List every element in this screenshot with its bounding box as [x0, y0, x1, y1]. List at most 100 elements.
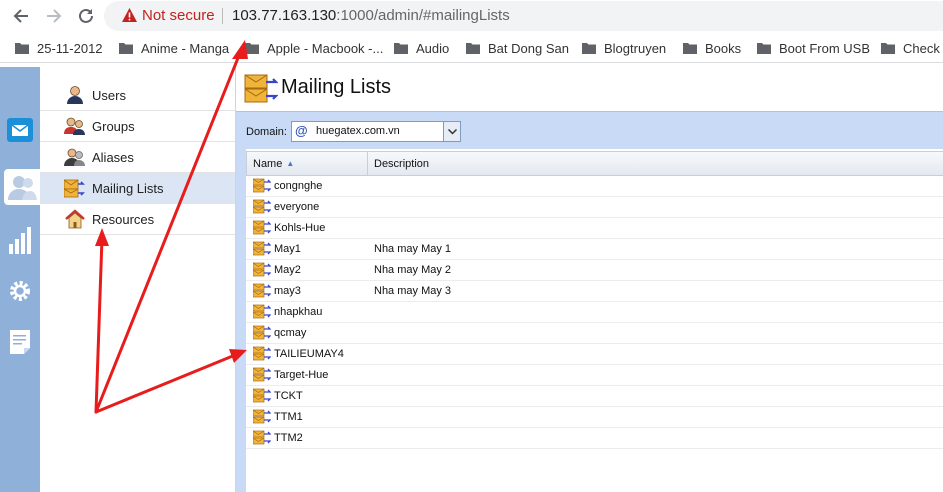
mailing-list-header-icon	[244, 74, 278, 103]
mailing-list-icon	[253, 220, 271, 235]
table-row[interactable]: congnghe	[246, 175, 943, 197]
reload-button[interactable]	[75, 5, 97, 27]
folder-icon	[881, 43, 895, 54]
cell-name: Kohls-Hue	[253, 217, 325, 238]
list-name: qcmay	[274, 326, 307, 339]
page-header: Mailing Lists	[236, 67, 943, 110]
cell-name: May2	[253, 259, 301, 280]
mailing-list-icon	[253, 388, 271, 403]
table-row[interactable]: May1 Nha may May 1	[246, 238, 943, 260]
subnav-label: Mailing Lists	[92, 180, 164, 196]
table-row[interactable]: nhapkhau	[246, 301, 943, 323]
bookmark-label: Apple - Macbook -...	[267, 40, 384, 56]
bookmark-folder[interactable]: Anime - Manga	[119, 39, 229, 57]
table-row[interactable]: Target-Hue	[246, 364, 943, 386]
rail-settings[interactable]	[0, 273, 40, 309]
subnav-item-mailing-lists[interactable]: Mailing Lists	[40, 173, 235, 204]
table-row[interactable]: May2 Nha may May 2	[246, 259, 943, 281]
bookmarks-bar: 25-11-2012 Anime - Manga Apple - Macbook…	[0, 32, 943, 63]
mailing-list-icon	[253, 346, 271, 361]
warning-icon[interactable]	[122, 8, 137, 22]
domain-select[interactable]: @ huegatex.com.vn	[291, 121, 461, 142]
folder-icon	[119, 43, 133, 54]
list-name: nhapkhau	[274, 305, 323, 318]
folder-icon	[245, 43, 259, 54]
table-row[interactable]: TTM1	[246, 406, 943, 428]
sort-ascending-icon: ▲	[286, 159, 295, 168]
mailing-list-table: Name ▲ Description congnghe everyone Kohls-…	[236, 149, 943, 492]
table-row[interactable]: everyone	[246, 196, 943, 218]
list-name: May2	[274, 263, 301, 276]
mailing-list-icon	[253, 409, 271, 424]
rail-stats[interactable]	[0, 222, 40, 258]
subnav-item-aliases[interactable]: Aliases	[40, 142, 235, 173]
list-name: TAILIEUMAY4	[274, 347, 344, 360]
mailing-list-icon	[253, 199, 271, 214]
list-name: May1	[274, 242, 301, 255]
forward-button[interactable]	[43, 5, 65, 27]
column-label: Description	[374, 157, 430, 170]
bookmark-folder[interactable]: Check I	[881, 39, 943, 57]
rail-users[interactable]	[4, 169, 40, 205]
mailing-list-icon	[253, 304, 271, 319]
page-title: Mailing Lists	[281, 76, 392, 98]
table-row[interactable]: TCKT	[246, 385, 943, 407]
bookmark-folder[interactable]: Books	[683, 39, 741, 57]
subnav-item-resources[interactable]: Resources	[40, 204, 235, 235]
security-label[interactable]: Not secure	[142, 7, 215, 24]
mail-icon	[7, 118, 33, 142]
url-text[interactable]: 103.77.163.130:1000/admin/#mailingLists	[232, 7, 510, 24]
subnav-label: Resources	[92, 211, 155, 227]
bookmark-label: Bat Dong San	[488, 40, 569, 56]
rail-notes[interactable]	[0, 324, 40, 360]
bookmark-folder[interactable]: Blogtruyen	[582, 39, 666, 57]
list-name: Target-Hue	[274, 368, 329, 381]
list-name: congnghe	[274, 179, 323, 192]
folder-icon	[757, 43, 771, 54]
cell-description: Nha may May 1	[374, 242, 452, 255]
bookmark-label: 25-11-2012	[37, 40, 103, 56]
folder-icon	[466, 43, 480, 54]
table-row[interactable]: may3 Nha may May 3	[246, 280, 943, 302]
mailing-list-icon	[253, 430, 271, 445]
dropdown-button[interactable]	[443, 122, 460, 141]
cell-name: TCKT	[253, 385, 303, 406]
folder-icon	[394, 43, 408, 54]
subnav-item-users[interactable]: Users	[40, 80, 235, 111]
cell-name: TTM1	[253, 406, 303, 427]
mailing-list-icon	[64, 179, 85, 198]
bookmark-folder[interactable]: Audio	[394, 39, 449, 57]
url-path: :1000/admin/#mailingLists	[336, 7, 510, 24]
bookmark-label: Anime - Manga	[141, 40, 230, 56]
table-row[interactable]: TAILIEUMAY4	[246, 343, 943, 365]
bookmark-folder[interactable]: Boot From USB	[757, 39, 870, 57]
mailing-list-icon	[253, 178, 271, 193]
subnav-label: Groups	[92, 118, 135, 134]
list-name: everyone	[274, 200, 320, 213]
chevron-down-icon	[447, 128, 457, 135]
table-row[interactable]: Kohls-Hue	[246, 217, 943, 239]
subnav-label: Users	[92, 87, 126, 103]
back-button[interactable]	[10, 5, 32, 27]
table-row[interactable]: TTM2	[246, 427, 943, 449]
list-name: TTM1	[274, 410, 303, 423]
cell-name: congnghe	[253, 175, 322, 196]
bookmark-folder[interactable]: Apple - Macbook -...	[245, 39, 383, 57]
rail-mail[interactable]	[0, 112, 40, 148]
mailing-list-icon	[253, 262, 271, 277]
address-bar[interactable]: Not secure 103.77.163.130:1000/admin/#ma…	[104, 1, 943, 31]
list-name: may3	[274, 284, 301, 297]
reload-icon	[79, 8, 93, 23]
domain-value: huegatex.com.vn	[316, 125, 400, 137]
table-row[interactable]: qcmay	[246, 322, 943, 344]
column-header-description[interactable]: Description	[368, 152, 943, 175]
column-label: Name	[253, 157, 283, 170]
bookmark-folder[interactable]: 25-11-2012	[15, 39, 103, 57]
bookmark-folder[interactable]: Bat Dong San	[466, 39, 569, 57]
house-icon	[65, 209, 85, 229]
subnav-item-groups[interactable]: Groups	[40, 111, 235, 142]
browser-toolbar: Not secure 103.77.163.130:1000/admin/#ma…	[0, 0, 943, 32]
column-header-name[interactable]: Name ▲	[246, 152, 368, 175]
app-rail	[0, 67, 40, 492]
back-arrow-icon	[13, 9, 28, 23]
